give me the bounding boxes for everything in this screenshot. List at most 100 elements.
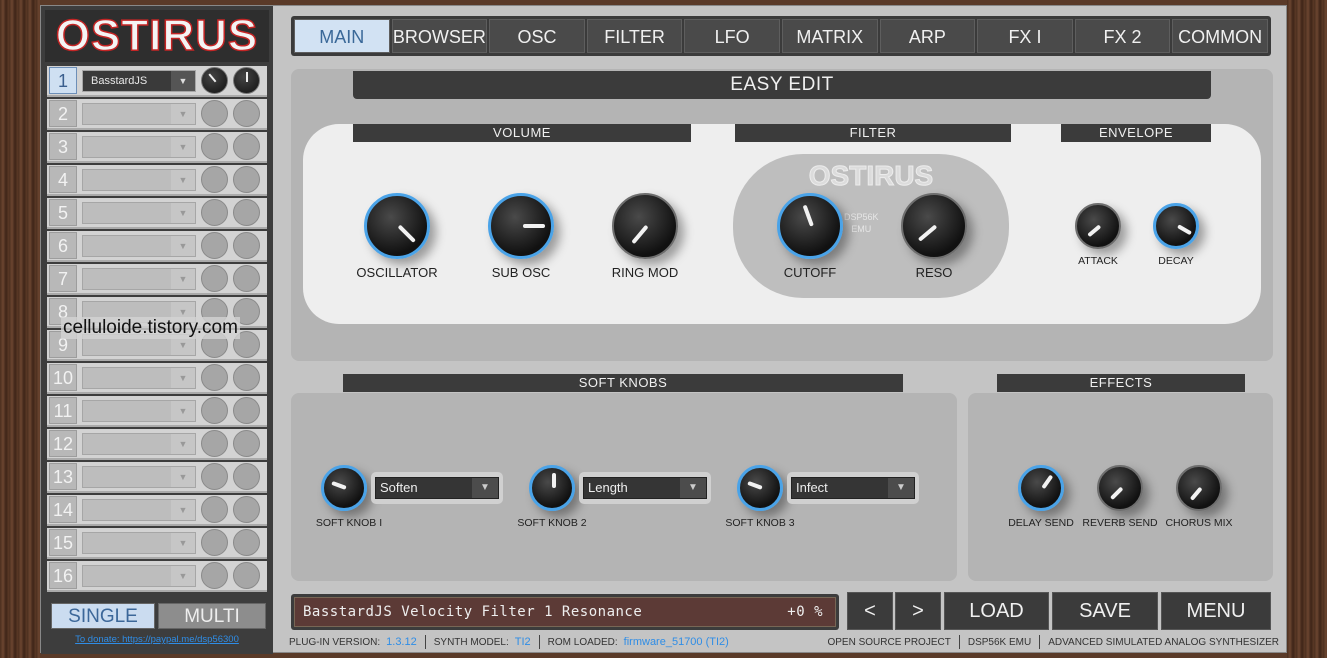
preset-dropdown[interactable]: ▼: [82, 564, 196, 587]
save-button[interactable]: SAVE: [1052, 592, 1158, 630]
part-volume-knob[interactable]: [201, 100, 228, 127]
part-slot-6[interactable]: 6 ▼: [47, 231, 267, 262]
soft-knob-3-dropdown[interactable]: Infect ▼: [787, 472, 919, 504]
chevron-down-icon[interactable]: ▼: [171, 268, 195, 289]
part-number[interactable]: 4: [49, 166, 77, 193]
part-volume-knob[interactable]: [201, 199, 228, 226]
part-volume-knob[interactable]: [201, 496, 228, 523]
part-pan-knob[interactable]: [233, 529, 260, 556]
part-volume-knob[interactable]: [201, 430, 228, 457]
part-volume-knob[interactable]: [201, 133, 228, 160]
part-pan-knob[interactable]: [233, 496, 260, 523]
chevron-down-icon[interactable]: ▼: [472, 478, 498, 498]
multi-mode-button[interactable]: MULTI: [158, 603, 266, 629]
soft-knob-3[interactable]: [737, 465, 783, 511]
tab-lfo[interactable]: LFO: [684, 19, 780, 53]
part-slot-4[interactable]: 4 ▼: [47, 165, 267, 196]
preset-dropdown[interactable]: ▼: [82, 399, 196, 422]
tab-main[interactable]: MAIN: [294, 19, 390, 53]
chevron-down-icon[interactable]: ▼: [171, 565, 195, 586]
part-pan-knob[interactable]: [233, 364, 260, 391]
part-pan-knob[interactable]: [233, 463, 260, 490]
part-number[interactable]: 14: [49, 496, 77, 523]
preset-dropdown[interactable]: ▼: [82, 465, 196, 488]
next-preset-button[interactable]: >: [895, 592, 941, 630]
chevron-down-icon[interactable]: ▼: [171, 433, 195, 454]
chevron-down-icon[interactable]: ▼: [171, 103, 195, 124]
preset-dropdown[interactable]: ▼: [82, 168, 196, 191]
part-pan-knob[interactable]: [233, 166, 260, 193]
tab-fx2[interactable]: FX 2: [1074, 19, 1171, 53]
part-pan-knob[interactable]: [233, 232, 260, 259]
preset-dropdown[interactable]: ▼: [82, 135, 196, 158]
chevron-down-icon[interactable]: ▼: [171, 367, 195, 388]
soft-knob-2[interactable]: [529, 465, 575, 511]
load-button[interactable]: LOAD: [944, 592, 1049, 630]
chevron-down-icon[interactable]: ▼: [171, 400, 195, 421]
chevron-down-icon[interactable]: ▼: [888, 478, 914, 498]
part-number[interactable]: 3: [49, 133, 77, 160]
tab-filter[interactable]: FILTER: [586, 19, 683, 53]
part-number[interactable]: 7: [49, 265, 77, 292]
preset-dropdown[interactable]: ▼: [82, 432, 196, 455]
chorus-mix-knob[interactable]: [1176, 465, 1222, 511]
donate-link[interactable]: To donate: https://paypal.me/dsp56300: [41, 634, 273, 645]
attack-knob[interactable]: [1075, 203, 1121, 249]
part-volume-knob[interactable]: [201, 265, 228, 292]
oscillator-knob[interactable]: [364, 193, 430, 259]
part-volume-knob[interactable]: [201, 397, 228, 424]
chevron-down-icon[interactable]: ▼: [171, 202, 195, 223]
soft-knob-2-dropdown[interactable]: Length ▼: [579, 472, 711, 504]
delay-send-knob[interactable]: [1018, 465, 1064, 511]
preset-dropdown[interactable]: ▼: [82, 201, 196, 224]
part-volume-knob[interactable]: [201, 562, 228, 589]
chevron-down-icon[interactable]: ▼: [171, 499, 195, 520]
part-slot-11[interactable]: 11 ▼: [47, 396, 267, 427]
part-slot-15[interactable]: 15 ▼: [47, 528, 267, 559]
single-mode-button[interactable]: SINGLE: [51, 603, 155, 629]
part-volume-knob[interactable]: [201, 67, 228, 94]
part-slot-7[interactable]: 7 ▼: [47, 264, 267, 295]
part-slot-12[interactable]: 12 ▼: [47, 429, 267, 460]
menu-button[interactable]: MENU: [1161, 592, 1271, 630]
prev-preset-button[interactable]: <: [847, 592, 893, 630]
chevron-down-icon[interactable]: ▼: [171, 169, 195, 190]
chevron-down-icon[interactable]: ▼: [171, 235, 195, 256]
tab-common[interactable]: COMMON: [1172, 19, 1268, 53]
part-pan-knob[interactable]: [233, 100, 260, 127]
soft-knob-1-dropdown[interactable]: Soften ▼: [371, 472, 503, 504]
chevron-down-icon[interactable]: ▼: [171, 70, 195, 91]
chevron-down-icon[interactable]: ▼: [171, 532, 195, 553]
part-pan-knob[interactable]: [233, 67, 260, 94]
sub-osc-knob[interactable]: [488, 193, 554, 259]
chevron-down-icon[interactable]: ▼: [171, 466, 195, 487]
preset-dropdown[interactable]: ▼: [82, 498, 196, 521]
part-number[interactable]: 10: [49, 364, 77, 391]
reso-knob[interactable]: [901, 193, 967, 259]
preset-dropdown[interactable]: BasstardJS ▼: [82, 69, 196, 92]
part-slot-14[interactable]: 14 ▼: [47, 495, 267, 526]
part-slot-13[interactable]: 13 ▼: [47, 462, 267, 493]
part-pan-knob[interactable]: [233, 133, 260, 160]
tab-matrix[interactable]: MATRIX: [781, 19, 878, 53]
preset-dropdown[interactable]: ▼: [82, 267, 196, 290]
part-pan-knob[interactable]: [233, 430, 260, 457]
ring-mod-knob[interactable]: [612, 193, 678, 259]
part-volume-knob[interactable]: [201, 529, 228, 556]
part-number[interactable]: 12: [49, 430, 77, 457]
part-slot-5[interactable]: 5 ▼: [47, 198, 267, 229]
preset-dropdown[interactable]: ▼: [82, 531, 196, 554]
tab-fx1[interactable]: FX I: [977, 19, 1073, 53]
part-volume-knob[interactable]: [201, 166, 228, 193]
part-volume-knob[interactable]: [201, 364, 228, 391]
soft-knob-1[interactable]: [321, 465, 367, 511]
reverb-send-knob[interactable]: [1097, 465, 1143, 511]
preset-dropdown[interactable]: ▼: [82, 234, 196, 257]
part-number[interactable]: 13: [49, 463, 77, 490]
part-slot-10[interactable]: 10 ▼: [47, 363, 267, 394]
tab-osc[interactable]: OSC: [489, 19, 585, 53]
tab-arp[interactable]: ARP: [879, 19, 976, 53]
part-number[interactable]: 11: [49, 397, 77, 424]
part-pan-knob[interactable]: [233, 265, 260, 292]
part-number[interactable]: 2: [49, 100, 77, 127]
